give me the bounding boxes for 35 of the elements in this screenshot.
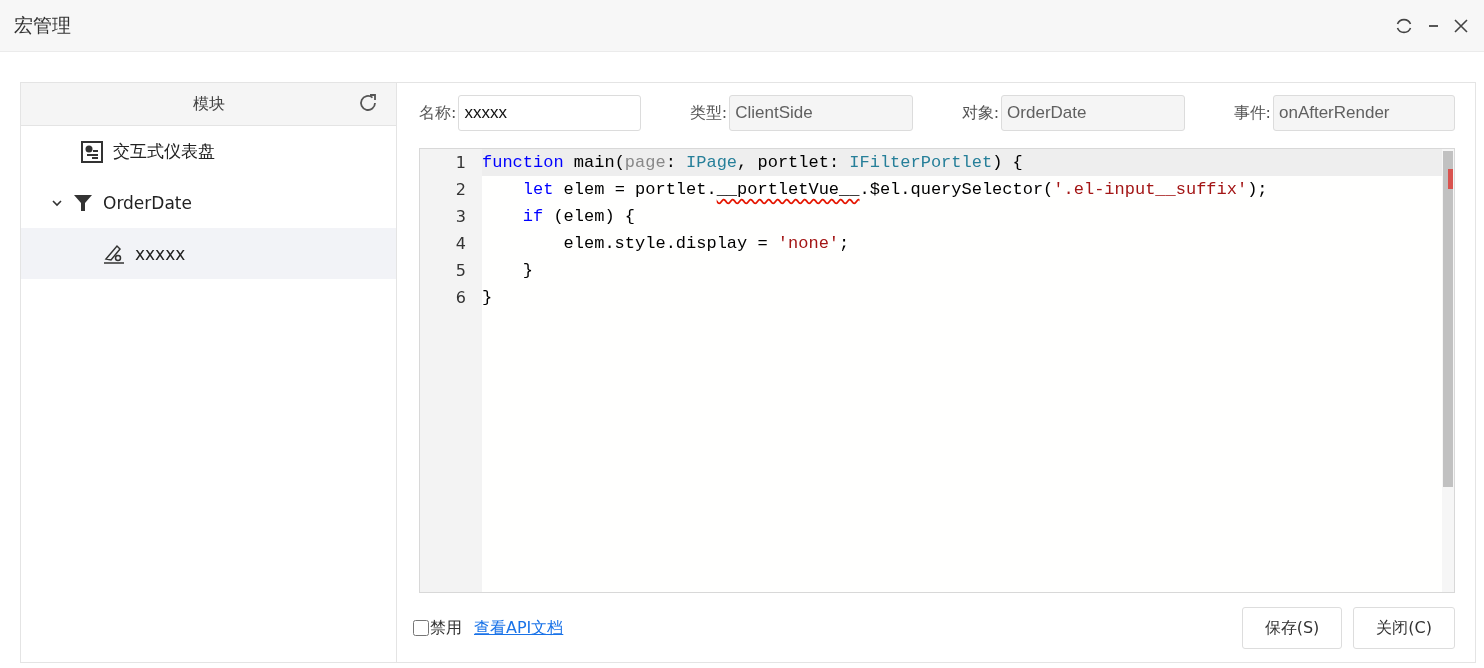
code-line: let elem = portlet.__portletVue__.$el.querySelector('.el-input__suffix'); — [521, 179, 1269, 201]
line-number: 5 — [454, 260, 467, 282]
dashboard-icon — [81, 140, 103, 163]
line-number: 3 — [454, 206, 467, 228]
code-line: } — [521, 260, 534, 282]
tree-item[interactable]: 交互式仪表盘 — [21, 126, 396, 177]
line-number: 2 — [454, 179, 467, 201]
code-line: } — [482, 287, 494, 309]
scrollbar-thumb[interactable] — [1443, 151, 1453, 487]
window-title: 宏管理 — [14, 12, 72, 38]
scrollbar[interactable] — [1442, 149, 1454, 592]
checkbox[interactable] — [413, 620, 429, 636]
code-editor[interactable]: 1 2 3 4 5 6 function main(page: IPage, portlet: IFilterPortlet) { let elem = portlet.__portletVue__.$el.querySelector('.el-input__suffix'); if (elem) { elem.style.display = 'none'; } } — [419, 148, 1455, 593]
close-button[interactable]: 关闭(C) — [1353, 607, 1455, 649]
field-label: 名称: — [419, 102, 457, 124]
sidebar-title: 模块 — [192, 93, 225, 115]
filter-icon — [73, 192, 93, 213]
field-label: 事件: — [1233, 102, 1271, 124]
field-label: 类型: — [689, 102, 728, 124]
save-button[interactable]: 保存(S) — [1241, 607, 1343, 649]
code-line: if (elem) { — [521, 206, 637, 228]
minus-icon — [1428, 24, 1438, 27]
text-field[interactable]: xxxxx — [458, 95, 642, 131]
checkbox-label: 禁用 — [430, 617, 462, 639]
line-number: 6 — [454, 287, 467, 309]
tree-item[interactable]: OrderDate — [21, 177, 396, 228]
pen-icon — [103, 242, 125, 265]
refresh-button[interactable] — [358, 93, 378, 113]
field-label: 对象: — [961, 102, 1000, 124]
line-number: 1 — [454, 152, 467, 174]
line-number: 4 — [454, 233, 467, 255]
api-docs-link[interactable]: 查看API文档 — [474, 617, 564, 639]
error-marker — [1448, 169, 1453, 189]
code-line: elem.style.display = 'none'; — [562, 233, 851, 255]
tree-item[interactable]: xxxxx — [21, 228, 396, 279]
